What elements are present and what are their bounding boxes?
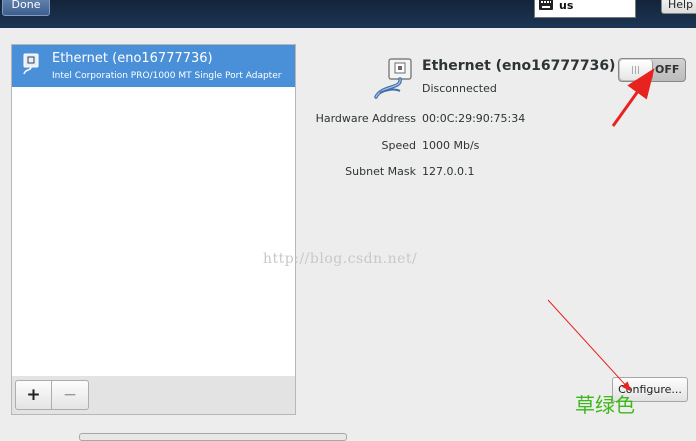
annotation-arrows	[547, 68, 655, 392]
arrow-to-toggle	[611, 68, 655, 127]
annotation-caption: 草绿色	[575, 393, 635, 417]
arrow-to-configure	[547, 299, 632, 392]
